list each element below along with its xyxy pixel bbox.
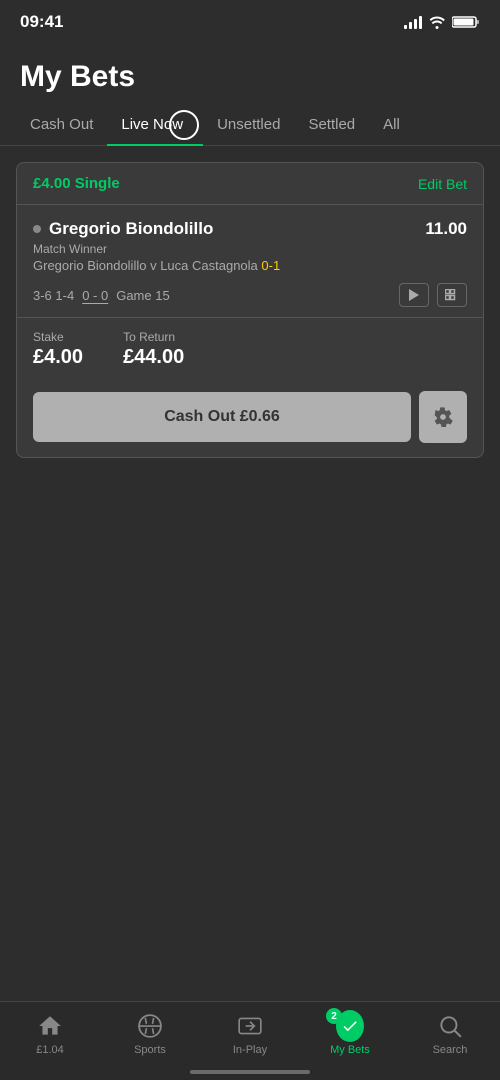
status-icons [404,15,480,29]
score-icons [399,283,467,307]
mybets-badge: 2 [326,1008,342,1024]
tab-all[interactable]: All [369,104,414,145]
nav-label-home: £1.04 [36,1044,64,1056]
nav-item-search[interactable]: Search [400,1012,500,1056]
nav-label-search: Search [433,1044,468,1056]
tab-settled[interactable]: Settled [294,104,369,145]
match-section: Gregorio Biondolillo Match Winner Gregor… [17,205,483,317]
nav-item-inplay[interactable]: In-Play [200,1012,300,1056]
cashout-button[interactable]: Cash Out £0.66 [33,392,411,442]
tab-livenow[interactable]: Live Now [107,104,203,145]
nav-label-inplay: In-Play [233,1044,267,1056]
match-type: Match Winner [33,242,425,256]
inplay-icon [236,1012,264,1040]
match-left: Gregorio Biondolillo Match Winner Gregor… [33,219,425,273]
bottom-nav: £1.04 Sports In-Play [0,1001,500,1080]
stake-label: Stake [33,330,83,344]
score-row: 3-6 1-4 0 - 0 Game 15 [33,283,467,307]
nav-label-mybets: My Bets [330,1044,370,1056]
tabs-bar: Cash Out Live Now Unsettled Settled All [0,104,500,146]
cashout-settings-button[interactable] [419,391,467,443]
status-time: 09:41 [20,12,63,32]
live-now-circle [169,110,199,140]
return-block: To Return £44.00 [123,330,184,369]
current-game-score: 0 - 0 [82,288,108,303]
tab-unsettled[interactable]: Unsettled [203,104,294,145]
score-details: 3-6 1-4 0 - 0 Game 15 [33,288,170,303]
player-name: Gregorio Biondolillo [33,219,425,239]
home-indicator [190,1070,310,1074]
stake-block: Stake £4.00 [33,330,83,369]
return-amount: £44.00 [123,346,184,369]
nav-item-sports[interactable]: Sports [100,1012,200,1056]
return-label: To Return [123,330,184,344]
search-icon [436,1012,464,1040]
status-bar: 09:41 [0,0,500,40]
signal-icon [404,15,422,29]
grid-icon [445,289,459,301]
wifi-icon [428,15,446,29]
bets-area: £4.00 Single Edit Bet Gregorio Biondolil… [0,146,500,474]
live-dot [33,225,41,233]
page-title: My Bets [20,60,480,94]
tab-cashout[interactable]: Cash Out [16,104,107,145]
bet-type-label: £4.00 Single [33,175,120,192]
grid-icon-button[interactable] [437,283,467,307]
game-info: Game 15 [116,288,169,303]
edit-bet-button[interactable]: Edit Bet [418,176,467,192]
stake-return-row: Stake £4.00 To Return £44.00 [17,317,483,381]
match-header-row: Gregorio Biondolillo Match Winner Gregor… [33,219,467,273]
odds-value: 11.00 [425,219,467,239]
sports-icon [136,1012,164,1040]
home-icon [36,1012,64,1040]
battery-icon [452,15,480,29]
bet-card-header: £4.00 Single Edit Bet [17,163,483,205]
bet-card: £4.00 Single Edit Bet Gregorio Biondolil… [16,162,484,458]
page-header: My Bets [0,40,500,104]
nav-item-home[interactable]: £1.04 [0,1012,100,1056]
match-teams: Gregorio Biondolillo v Luca Castagnola 0… [33,258,425,273]
nav-label-sports: Sports [134,1044,166,1056]
mybets-icon: 2 [336,1012,364,1040]
cashout-row: Cash Out £0.66 [17,381,483,457]
current-score: 0-1 [261,258,280,273]
play-icon-button[interactable] [399,283,429,307]
gear-icon [433,407,453,427]
play-icon [409,289,419,301]
set-scores: 3-6 1-4 [33,288,74,303]
stake-amount: £4.00 [33,346,83,369]
nav-item-mybets[interactable]: 2 My Bets [300,1012,400,1056]
